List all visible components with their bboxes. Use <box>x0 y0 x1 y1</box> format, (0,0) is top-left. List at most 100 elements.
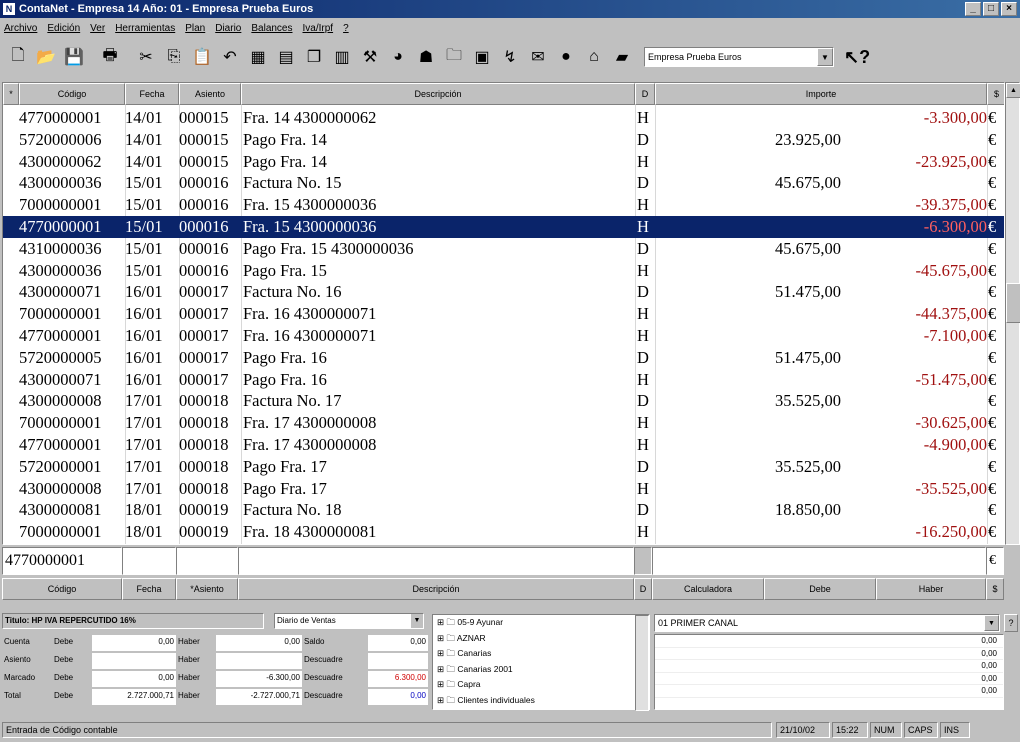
money-icon[interactable]: ● <box>554 45 578 69</box>
chevron-down-icon[interactable]: ▼ <box>411 614 423 628</box>
table-row[interactable]: 4770000001 14/01 000015 Fra. 14 4300000062 H… <box>3 107 1004 129</box>
entry-description-input[interactable] <box>238 547 634 575</box>
save-icon[interactable]: 💾 <box>62 45 86 69</box>
cell-descripcion: Factura No. 16 <box>243 282 342 302</box>
table-row[interactable]: 7000000001 17/01 000018 Fra. 17 4300000008 H… <box>3 412 1004 434</box>
table-row[interactable]: 7000000001 18/01 000019 Fra. 18 4300000081 H… <box>3 521 1004 543</box>
menu-iva-irpf[interactable]: Iva/Irpf <box>303 23 334 34</box>
entry-code-input[interactable]: 4770000001 <box>2 547 122 575</box>
scroll-up-icon[interactable]: ▲ <box>1006 83 1020 98</box>
print-icon[interactable]: 🖶 <box>98 45 122 69</box>
table-row[interactable]: 4770000001 16/01 000017 Fra. 16 4300000071 H… <box>3 325 1004 347</box>
menu-ver[interactable]: Ver <box>90 23 105 34</box>
journal-select[interactable]: Diario de Ventas ▼ <box>274 613 424 629</box>
table-row[interactable]: 4300000071 16/01 000017 Factura No. 16 D 51.4… <box>3 281 1004 303</box>
cut-icon[interactable]: ✂ <box>134 45 158 69</box>
table-row[interactable]: 4300000036 15/01 000016 Pago Fra. 15 H -45.67… <box>3 260 1004 282</box>
tool-icon[interactable]: ⚒ <box>358 45 382 69</box>
table-row[interactable]: 5720000001 17/01 000018 Pago Fra. 17 D 35.525… <box>3 456 1004 478</box>
haber-button[interactable]: Haber <box>876 578 986 600</box>
entry-dh-select[interactable] <box>634 547 652 575</box>
folder-icon[interactable]: 🗀 <box>442 45 466 69</box>
menu-diario[interactable]: Diario <box>215 23 241 34</box>
menu-archivo[interactable]: Archivo <box>4 23 37 34</box>
status-caps: CAPS <box>904 722 938 738</box>
header-dh[interactable]: D <box>635 83 655 105</box>
tree-item[interactable]: ⊞ 🗀 Capra <box>433 677 649 693</box>
globe-icon[interactable]: ◕ <box>386 45 410 69</box>
graph-icon[interactable]: ↯ <box>498 45 522 69</box>
menu-balances[interactable]: Balances <box>251 23 292 34</box>
header-importe[interactable]: Importe <box>655 83 987 105</box>
close-button[interactable]: × <box>1001 2 1017 16</box>
cash-icon[interactable]: ▰ <box>610 45 634 69</box>
tree-item[interactable]: ⊞ 🗀 Clientes individuales <box>433 693 649 709</box>
entry-date-input[interactable] <box>122 547 176 575</box>
channel-select[interactable]: 01 PRIMER CANAL ▼ <box>654 614 1000 632</box>
cell-debe <box>655 369 841 391</box>
calculator-icon[interactable]: ▤ <box>274 45 298 69</box>
calculator-button[interactable]: Calculadora <box>652 578 764 600</box>
mail-icon[interactable]: ✉ <box>526 45 550 69</box>
table-row[interactable]: 7000000001 16/01 000017 Fra. 16 4300000071 H… <box>3 303 1004 325</box>
entry-asiento-input[interactable] <box>176 547 238 575</box>
monitor-icon[interactable]: ▣ <box>470 45 494 69</box>
cell-currency: € <box>988 195 997 215</box>
channel-help-button[interactable]: ? <box>1004 614 1018 632</box>
cell-fecha: 16/01 <box>125 326 163 345</box>
company-select[interactable]: Empresa Prueba Euros ▼ <box>644 47 834 67</box>
docs-icon[interactable]: ❐ <box>302 45 326 69</box>
cell-codigo: 4770000001 <box>19 217 102 236</box>
help-cursor-icon[interactable]: ↖? <box>844 47 870 68</box>
paste-icon[interactable]: 📋 <box>190 45 214 69</box>
cell-dh: H <box>637 326 649 345</box>
bank-icon[interactable]: ⌂ <box>582 45 606 69</box>
tree-item[interactable]: ⊞ 🗀 Canarias 2001 <box>433 662 649 678</box>
table-row[interactable]: 5720000006 14/01 000015 Pago Fra. 14 D 23.925… <box>3 129 1004 151</box>
table-row[interactable]: 4300000008 17/01 000018 Factura No. 17 D 35.5… <box>3 390 1004 412</box>
tree-item[interactable]: ⊞ 🗀 05-9 Ayunar <box>433 615 649 631</box>
menu-help[interactable]: ? <box>343 23 349 34</box>
cell-asiento: 000016 <box>179 217 229 236</box>
header-fecha[interactable]: Fecha <box>125 83 179 105</box>
table-row[interactable]: 5720000005 16/01 000017 Pago Fra. 16 D 51.475… <box>3 347 1004 369</box>
table-row[interactable]: 4300000008 17/01 000018 Pago Fra. 17 H -35.52… <box>3 478 1004 500</box>
menu-plan[interactable]: Plan <box>185 23 205 34</box>
copy-icon[interactable]: ⎘ <box>162 45 186 69</box>
table-row[interactable]: 4300000071 16/01 000017 Pago Fra. 16 H -51.47… <box>3 369 1004 391</box>
table-row[interactable]: 7000000001 15/01 000016 Fra. 15 4300000036 H… <box>3 194 1004 216</box>
grid-icon[interactable]: ▦ <box>246 45 270 69</box>
header-codigo[interactable]: Código <box>19 83 125 105</box>
table-row[interactable]: 4300000062 14/01 000015 Pago Fra. 14 H -23.92… <box>3 151 1004 173</box>
chevron-down-icon[interactable]: ▼ <box>984 615 999 631</box>
chevron-down-icon[interactable]: ▼ <box>817 48 833 66</box>
header-asiento[interactable]: Asiento <box>179 83 241 105</box>
tree-scrollbar[interactable] <box>635 615 649 711</box>
table-row[interactable]: 4300000036 15/01 000016 Factura No. 15 D 45.6… <box>3 172 1004 194</box>
header-descripcion[interactable]: Descripción <box>241 83 635 105</box>
undo-icon[interactable]: ↶ <box>218 45 242 69</box>
people-icon[interactable]: ☗ <box>414 45 438 69</box>
table-row-selected[interactable]: 4770000001 15/01 000016 Fra. 15 4300000036 H… <box>3 216 1004 238</box>
debe-button[interactable]: Debe <box>764 578 876 600</box>
table-row[interactable]: 4300000081 18/01 000019 Factura No. 18 D 18.8… <box>3 499 1004 521</box>
header-currency[interactable]: $ <box>987 83 1004 105</box>
scroll-thumb[interactable] <box>1006 283 1020 323</box>
open-icon[interactable]: 📂 <box>34 45 58 69</box>
maximize-button[interactable]: □ <box>983 2 999 16</box>
table-row[interactable]: 4770000001 17/01 000018 Fra. 17 4300000008 H… <box>3 434 1004 456</box>
cell-debe <box>655 194 841 216</box>
cell-dh: D <box>637 129 649 149</box>
minimize-button[interactable]: _ <box>965 2 981 16</box>
grid-scrollbar[interactable]: ▲ <box>1005 82 1020 545</box>
cell-asiento: 000018 <box>179 413 229 433</box>
new-icon[interactable]: 🗋 <box>6 45 30 69</box>
tree-item[interactable]: ⊞ 🗀 Canarias <box>433 646 649 662</box>
menu-herramientas[interactable]: Herramientas <box>115 23 175 34</box>
table-row[interactable]: 4310000036 15/01 000016 Pago Fra. 15 430000… <box>3 238 1004 260</box>
tree-item[interactable]: ⊞ 🗀 AZNAR <box>433 631 649 647</box>
menu-edicion[interactable]: Edición <box>47 23 80 34</box>
entry-amount-input[interactable] <box>652 547 986 575</box>
chart-icon[interactable]: ▥ <box>330 45 354 69</box>
cell-haber <box>841 347 987 369</box>
